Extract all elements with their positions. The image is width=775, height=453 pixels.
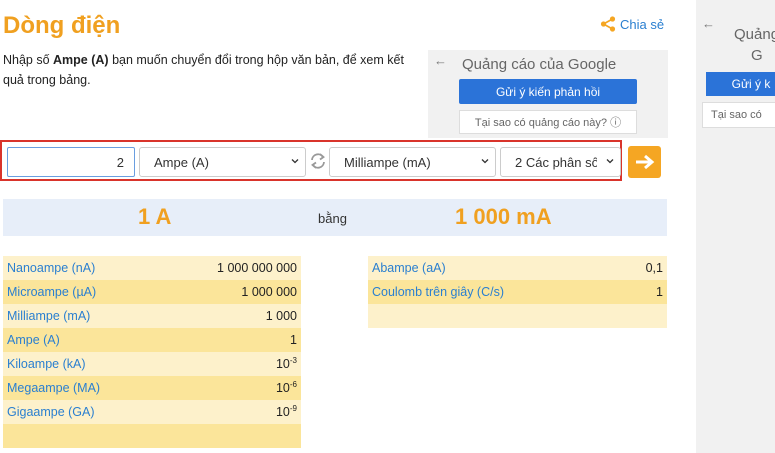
chevron-down-icon <box>606 159 614 164</box>
side-ad-title-line2: G <box>751 47 763 64</box>
unit-name <box>3 424 162 448</box>
share-link[interactable]: Chia sẻ <box>600 16 664 32</box>
google-ad-panel: ← Quảng cáo của Google Gửi ý kiến phản h… <box>428 50 668 138</box>
arrow-right-icon <box>635 154 654 170</box>
back-arrow-icon[interactable]: ← <box>434 53 447 68</box>
unit-value <box>162 424 301 448</box>
unit-name: Kiloampe (kA) <box>7 357 86 371</box>
unit-name: Gigaampe (GA) <box>7 405 95 419</box>
table-row: Megaampe (MA) 10-6 <box>3 376 301 400</box>
result-to: 1 000 mA <box>455 204 552 229</box>
unit-value: 10-3 <box>275 356 297 372</box>
unit-value <box>621 304 667 328</box>
intro-text: Nhập số Ampe (A) bạn muốn chuyển đổi tro… <box>3 50 423 90</box>
from-unit-value: Ampe (A) <box>154 154 209 170</box>
share-label: Chia sẻ <box>620 16 665 32</box>
unit-exponent: -9 <box>289 404 297 414</box>
side-ad-title: Quảng G <box>734 24 775 66</box>
conversion-table-right: Abampe (aA) 0,1 Coulomb trên giây (C/s) 1 <box>368 256 667 328</box>
table-row: Kiloampe (kA) 10-3 <box>3 352 301 376</box>
page-title: Dòng điện <box>3 12 121 39</box>
unit-name <box>368 304 621 328</box>
unit-name: Ampe (A) <box>7 333 60 347</box>
to-unit-select[interactable]: Milliampe (mA) <box>329 147 496 177</box>
side-ad-panel: ← Quảng G Gửi ý k Tại sao có <box>696 0 775 453</box>
chevron-down-icon <box>481 159 489 164</box>
ad-why-button[interactable]: Tại sao có quảng cáo này? ⓘ <box>459 110 637 134</box>
table-row: Microampe (µA) 1 000 000 <box>3 280 301 304</box>
decimals-select[interactable]: 2 Các phân số <box>500 147 621 177</box>
unit-value: 1 000 000 000 <box>217 261 297 275</box>
unit-name: Nanoampe (nA) <box>7 261 96 275</box>
side-ad-why-button[interactable]: Tại sao có <box>702 102 775 128</box>
ad-title: Quảng cáo của Google <box>462 56 617 73</box>
unit-exponent: -6 <box>289 380 297 390</box>
value-input[interactable]: 2 <box>7 147 135 177</box>
table-row: Coulomb trên giây (C/s) 1 <box>368 280 667 304</box>
table-row: Ampe (A) 1 <box>3 328 301 352</box>
unit-value: 0,1 <box>645 261 663 275</box>
table-row: Milliampe (mA) 1 000 <box>3 304 301 328</box>
table-row: Nanoampe (nA) 1 000 000 000 <box>3 256 301 280</box>
chevron-down-icon <box>291 159 299 164</box>
table-row: Gigaampe (GA) 10-9 <box>3 400 301 424</box>
from-unit-select[interactable]: Ampe (A) <box>139 147 306 177</box>
unit-name: Megaampe (MA) <box>7 381 101 395</box>
side-ad-feedback-button[interactable]: Gửi ý k <box>706 72 775 96</box>
unit-name: Coulomb trên giây (C/s) <box>372 285 504 299</box>
table-row: Abampe (aA) 0,1 <box>368 256 667 280</box>
unit-name: Abampe (aA) <box>372 261 446 275</box>
decimals-value: 2 Các phân số <box>515 154 597 170</box>
unit-value: 1 000 <box>265 309 297 323</box>
unit-name: Microampe (µA) <box>7 285 97 299</box>
intro-prefix: Nhập số <box>3 53 54 67</box>
result-equals: bằng <box>318 211 347 226</box>
unit-name: Milliampe (mA) <box>7 309 91 323</box>
intro-unit: Ampe (A) <box>53 53 109 67</box>
unit-exponent: -3 <box>289 356 297 366</box>
unit-value: 1 <box>290 333 297 347</box>
table-row <box>3 424 301 448</box>
unit-value: 1 <box>656 285 663 299</box>
result-banner: 1 A bằng 1 000 mA <box>3 199 667 236</box>
swap-icon[interactable] <box>308 151 328 171</box>
conversion-table-left: Nanoampe (nA) 1 000 000 000 Microampe (µA)… <box>3 256 301 448</box>
ad-feedback-button[interactable]: Gửi ý kiến phản hồi <box>459 79 637 104</box>
to-unit-value: Milliampe (mA) <box>344 154 431 170</box>
result-from: 1 A <box>138 204 172 229</box>
share-icon <box>600 16 616 32</box>
convert-button[interactable] <box>628 146 661 178</box>
table-row <box>368 304 667 328</box>
side-ad-title-line1: Quảng <box>734 26 775 43</box>
unit-value: 10-6 <box>275 380 297 396</box>
side-back-arrow-icon[interactable]: ← <box>702 16 715 31</box>
unit-value: 10-9 <box>275 404 297 420</box>
unit-value: 1 000 000 <box>241 285 297 299</box>
